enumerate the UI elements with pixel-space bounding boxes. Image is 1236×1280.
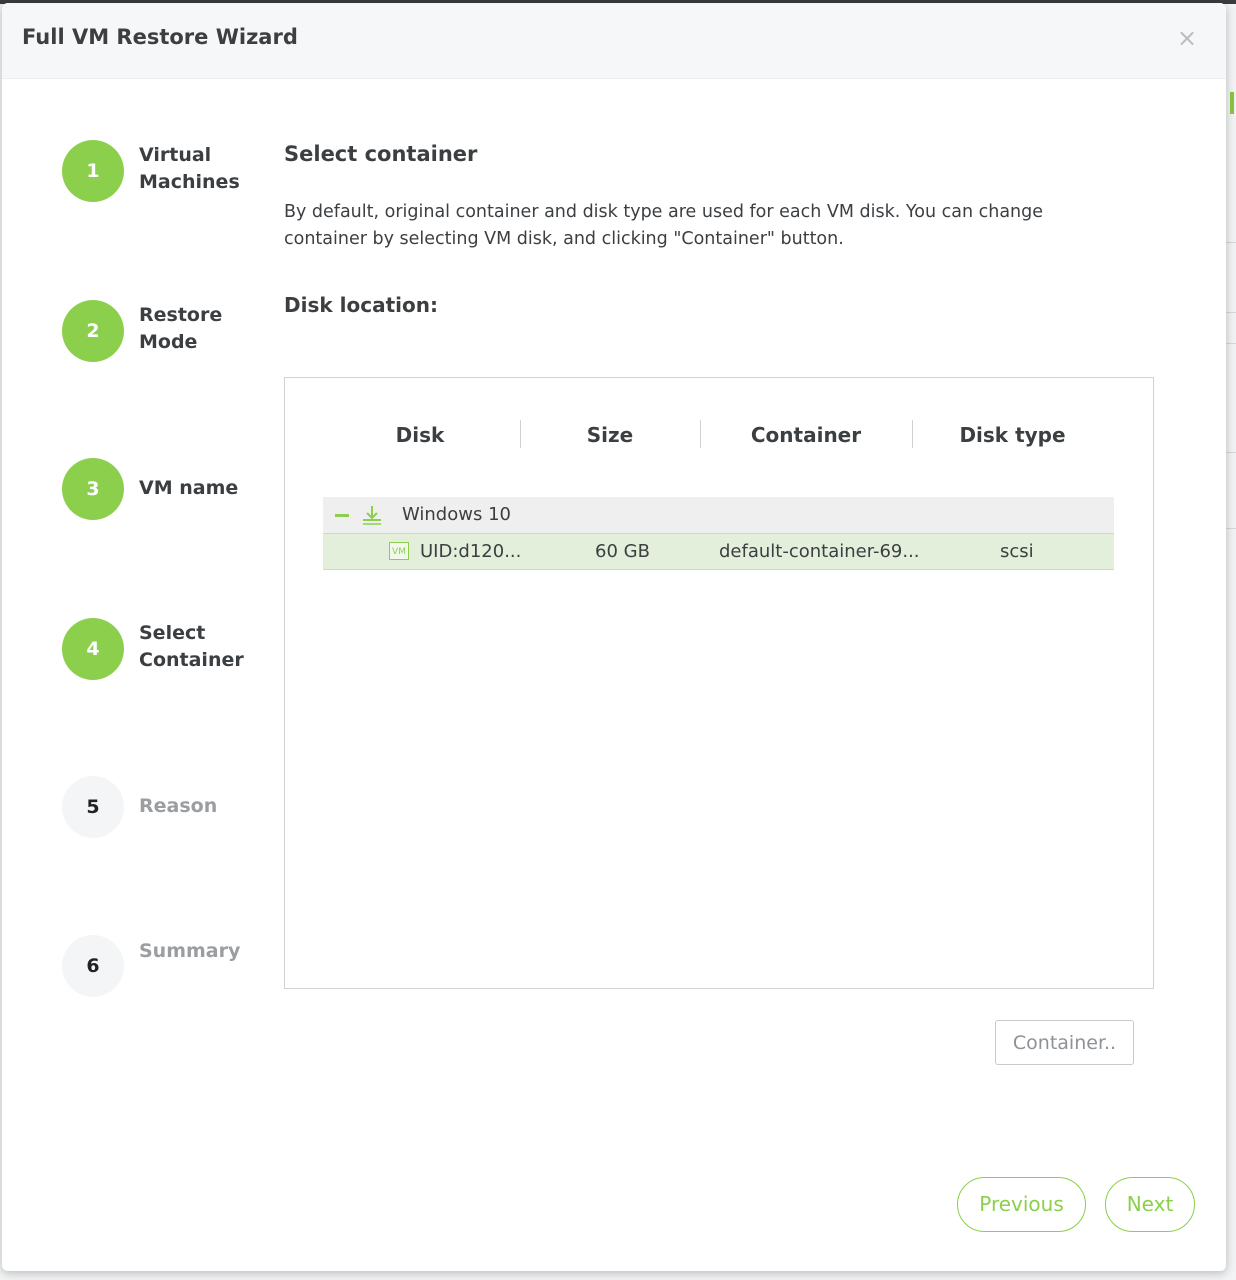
container-button[interactable]: Container.. <box>995 1020 1134 1065</box>
background-divider <box>1226 312 1236 313</box>
step-number: 4 <box>62 618 124 680</box>
column-divider <box>700 420 701 448</box>
step-label: Reason <box>139 795 218 817</box>
background-divider <box>1226 242 1236 243</box>
table-row[interactable]: VM UID:d120... 60 GB default-container-6… <box>323 533 1114 570</box>
step-label: Select Container <box>139 620 259 674</box>
step-label: Virtual Machines <box>139 142 259 196</box>
step-label-line: Restore <box>139 304 223 326</box>
step-label-line: Container <box>139 649 244 671</box>
step-label: VM name <box>139 477 239 499</box>
next-button[interactable]: Next <box>1105 1177 1195 1232</box>
background-divider <box>1226 343 1236 344</box>
modal-title: Full VM Restore Wizard <box>22 25 298 49</box>
section-title: Select container <box>284 142 478 166</box>
step-number: 1 <box>62 140 124 202</box>
cell-disk-type: scsi <box>1000 541 1034 562</box>
close-icon[interactable]: × <box>1176 25 1198 51</box>
step-number: 6 <box>62 935 124 997</box>
step-label: Restore Mode <box>139 302 259 356</box>
step-label-line: Machines <box>139 171 240 193</box>
grid-header: Disk Size Container Disk type <box>285 378 1153 493</box>
background-accent-mark <box>1230 92 1234 114</box>
background-divider <box>1226 528 1236 529</box>
step-number: 2 <box>62 300 124 362</box>
disk-grid: Disk Size Container Disk type Windows 10… <box>284 377 1154 989</box>
column-header-size[interactable]: Size <box>535 420 685 450</box>
section-description: By default, original container and disk … <box>284 202 1044 249</box>
background-divider <box>1226 452 1236 453</box>
previous-button[interactable]: Previous <box>957 1177 1086 1232</box>
cell-size: 60 GB <box>595 541 650 562</box>
collapse-icon[interactable] <box>335 514 349 517</box>
modal-header: Full VM Restore Wizard × <box>2 3 1226 79</box>
step-label: Summary <box>139 940 241 962</box>
step-label-line: Virtual <box>139 144 212 166</box>
vm-group-name: Windows 10 <box>402 504 511 525</box>
step-label-line: Mode <box>139 331 198 353</box>
column-header-disk-type[interactable]: Disk type <box>925 420 1100 450</box>
disk-location-label: Disk location: <box>284 293 438 317</box>
column-divider <box>520 420 521 448</box>
column-header-disk[interactable]: Disk <box>345 420 495 450</box>
restore-wizard-modal: Full VM Restore Wizard × 1 Virtual Machi… <box>2 3 1226 1271</box>
step-label-line: Select <box>139 622 206 644</box>
step-number: 5 <box>62 776 124 838</box>
column-divider <box>912 420 913 448</box>
vm-disk-icon: VM <box>389 542 409 560</box>
vm-group-row[interactable]: Windows 10 <box>323 497 1114 533</box>
download-icon <box>363 506 381 525</box>
cell-container: default-container-69... <box>719 541 920 562</box>
step-number: 3 <box>62 458 124 520</box>
column-header-container[interactable]: Container <box>715 420 897 450</box>
cell-disk: UID:d120... <box>420 541 522 562</box>
